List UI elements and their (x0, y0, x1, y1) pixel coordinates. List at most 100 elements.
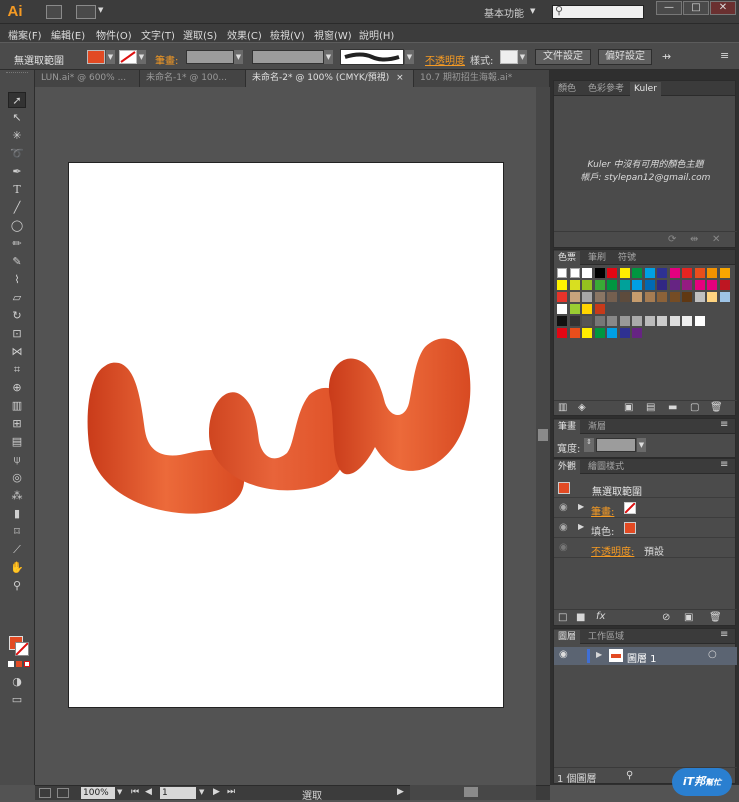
pencil-icon[interactable]: ✎ (8, 254, 26, 270)
gradient-mode-icon[interactable] (16, 661, 22, 667)
swatch-chip[interactable] (669, 280, 680, 290)
artboard-number-field[interactable]: 1 (160, 787, 196, 799)
swatch-chip[interactable] (569, 280, 580, 290)
chevron-down-icon[interactable]: ▼ (530, 7, 535, 15)
none-mode-icon[interactable] (24, 661, 30, 667)
tab-appearance[interactable]: 外觀 (554, 460, 581, 474)
swatch-chip[interactable] (594, 280, 605, 290)
chevron-down-icon[interactable]: ▼ (98, 6, 103, 14)
close-button[interactable]: ✕ (710, 1, 736, 15)
menu-effect[interactable]: 效果(C) (227, 27, 262, 42)
swatch-chip[interactable] (644, 268, 655, 278)
swatch-chip[interactable] (719, 268, 730, 278)
menu-file[interactable]: 檔案(F) (8, 27, 42, 42)
swatch-chip[interactable] (557, 304, 567, 314)
tab-poster[interactable]: 10.7 期初招生海報.ai* (414, 70, 550, 87)
brush-definition[interactable] (340, 49, 404, 65)
free-transform-icon[interactable]: ⌗ (8, 362, 26, 378)
visibility-eye-icon[interactable]: ◉ (559, 502, 568, 513)
rotate-icon[interactable]: ↻ (8, 308, 26, 324)
swatch-chip[interactable] (582, 316, 592, 326)
tools-icon[interactable]: ✕ (712, 234, 720, 245)
blend-icon[interactable]: ◎ (8, 470, 26, 486)
tab-untitled-1[interactable]: 未命名-1* @ 100... (140, 70, 246, 87)
vertical-scrollbar[interactable] (536, 87, 550, 785)
swatch-chip[interactable] (582, 280, 592, 290)
status-menu-icon[interactable]: ▶ (397, 787, 404, 797)
swatch-chip[interactable] (682, 292, 692, 302)
graphic-style-dropdown[interactable]: ▼ (518, 50, 527, 64)
tab-color[interactable]: 顏色 (554, 82, 580, 96)
prev-artboard-icon[interactable]: ◀ (145, 787, 152, 797)
swatch-chip[interactable] (607, 268, 617, 278)
swatch-chip[interactable] (707, 280, 717, 290)
panel-menu-icon[interactable]: ≡ (720, 459, 728, 470)
magic-wand-icon[interactable]: ✳ (8, 128, 26, 144)
eraser-icon[interactable]: ▱ (8, 290, 26, 306)
appearance-fill-label[interactable]: 填色: (591, 523, 614, 538)
swatch-chip[interactable] (632, 280, 642, 290)
swatch-chip[interactable] (619, 280, 630, 290)
tab-lun[interactable]: LUN.ai* @ 600% ... (35, 70, 140, 87)
profile-dropdown[interactable]: ▼ (324, 50, 333, 64)
scroll-thumb[interactable] (538, 429, 548, 441)
new-swatch-icon[interactable]: ▢ (690, 402, 699, 413)
swatch-chip[interactable] (582, 292, 592, 302)
swatch-chip[interactable] (657, 292, 667, 302)
menu-edit[interactable]: 編輯(E) (51, 27, 85, 42)
swatch-chip[interactable] (557, 316, 567, 326)
line-tool-icon[interactable]: ╱ (8, 200, 26, 216)
color-mode-icon[interactable] (8, 661, 14, 667)
swatch-chip[interactable] (707, 292, 717, 302)
type-tool-icon[interactable]: T (8, 182, 26, 198)
stroke-weight-dropdown[interactable]: ▼ (637, 438, 646, 452)
swatch-chip[interactable] (582, 328, 592, 338)
swatch-chip[interactable] (632, 328, 642, 338)
swatch-chip[interactable] (694, 280, 705, 290)
swatch-chip[interactable] (594, 268, 605, 278)
align-icon[interactable]: ⇸ (662, 50, 671, 63)
graphic-style-swatch[interactable] (500, 50, 518, 64)
appearance-stroke-label[interactable]: 筆畫: (591, 503, 614, 518)
scale-icon[interactable]: ⊡ (8, 326, 26, 342)
menu-window[interactable]: 視窗(W) (314, 27, 352, 42)
artboard-tool-icon[interactable]: ⌑ (8, 524, 26, 540)
screen-mode-icon[interactable]: ▭ (8, 692, 26, 708)
perspective-grid-icon[interactable]: ▥ (8, 398, 26, 414)
slice-icon[interactable]: ⟋ (8, 542, 26, 558)
swatch-chip[interactable] (632, 268, 642, 278)
swatch-chip[interactable] (569, 292, 580, 302)
fill-dropdown[interactable]: ▼ (106, 50, 115, 64)
tab-symbols[interactable]: 符號 (614, 251, 640, 265)
pen-tool-icon[interactable]: ✒ (8, 164, 26, 180)
minimize-button[interactable]: — (656, 1, 682, 15)
stroke-label[interactable]: 筆畫: (155, 52, 178, 67)
layer-name[interactable]: 圖層 1 (627, 650, 657, 665)
chevron-down-icon[interactable]: ▼ (117, 788, 122, 796)
next-artboard-icon[interactable]: ▶ (213, 787, 220, 797)
swatch-chip[interactable] (707, 268, 717, 278)
tab-brushes[interactable]: 筆刷 (584, 251, 610, 265)
swatch-chip[interactable] (682, 268, 692, 278)
swatch-chip[interactable] (669, 292, 680, 302)
swatch-chip[interactable] (607, 292, 617, 302)
stroke-weight-field[interactable] (186, 50, 234, 64)
fill-swatch[interactable] (87, 50, 105, 64)
arrange-documents-icon[interactable] (76, 5, 96, 19)
swatch-chip[interactable] (682, 316, 692, 326)
menu-object[interactable]: 物件(O) (96, 27, 132, 42)
panel-menu-icon[interactable]: ≡ (720, 49, 729, 62)
visibility-eye-icon[interactable]: ◉ (559, 522, 568, 533)
bridge-icon[interactable] (46, 5, 62, 19)
swatch-chip[interactable] (557, 280, 567, 290)
swatch-chip[interactable] (607, 280, 617, 290)
tab-layers[interactable]: 圖層 (554, 630, 581, 644)
add-effect-icon[interactable]: fx (596, 611, 605, 622)
folder-icon[interactable]: ▬ (668, 402, 677, 413)
appearance-fill-swatch[interactable] (624, 522, 636, 534)
document-setup-button[interactable]: 文件設定 (535, 49, 591, 65)
swatch-chip[interactable] (594, 304, 605, 314)
workspace-switcher[interactable]: 基本功能 (484, 5, 524, 20)
artboard-nav-icon[interactable] (39, 788, 51, 798)
shape-builder-icon[interactable]: ⊕ (8, 380, 26, 396)
